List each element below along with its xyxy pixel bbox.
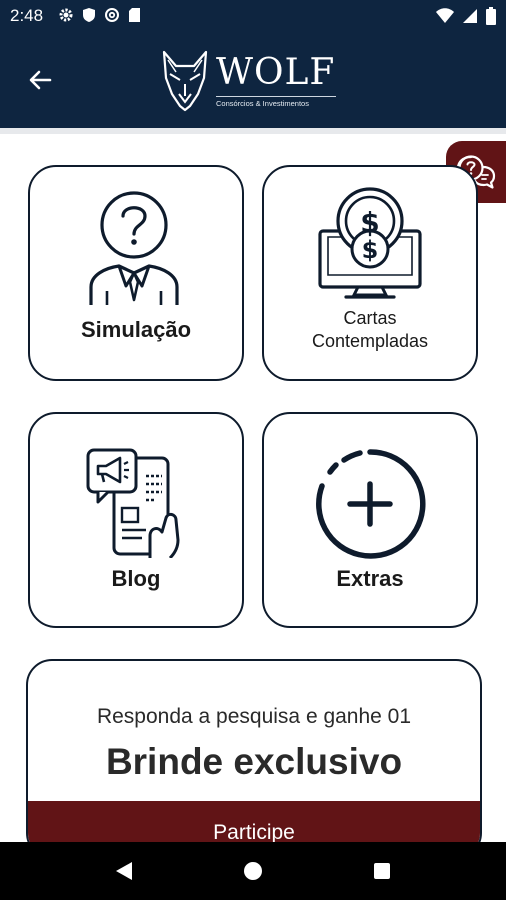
nav-recents-button[interactable] [362, 851, 402, 891]
triangle-back-icon [116, 862, 133, 880]
tile-simulacao-label: Simulação [80, 317, 192, 342]
status-notification-icons [58, 7, 141, 23]
promo-title: Brinde exclusivo [105, 741, 403, 782]
tile-cartas-label: Cartas Contempladas [264, 307, 476, 353]
status-bar: 2:48 [0, 0, 506, 32]
person-question-icon [89, 191, 179, 305]
app-bar-shadow [0, 128, 506, 134]
phone-megaphone-icon [86, 448, 180, 558]
circle-plus-icon [316, 449, 426, 559]
svg-text:$: $ [362, 236, 379, 264]
promo-subtitle: Responda a pesquisa e ganhe 01 [96, 705, 412, 728]
tile-cartas-contempladas[interactable]: $ $ Cartas Contempladas [262, 165, 478, 381]
tile-extras[interactable]: Extras [262, 412, 478, 628]
wolf-head-icon [162, 50, 208, 112]
monitor-dollar-icon: $ $ [318, 187, 422, 299]
tile-cartas-label-line2: Contempladas [311, 331, 429, 351]
tile-blog-label: Blog [111, 566, 161, 591]
circle-home-icon [243, 862, 262, 880]
tile-blog[interactable]: Blog [28, 412, 244, 628]
at-sign-icon [105, 8, 119, 22]
logo-tagline: Consórcios & Investimentos [216, 99, 309, 108]
logo-divider [216, 96, 336, 97]
brand-logo: WOLF Consórcios & Investimentos [160, 46, 350, 116]
nav-back-button[interactable] [104, 851, 144, 891]
arrow-left-icon [29, 70, 52, 90]
nav-home-button[interactable] [233, 851, 273, 891]
back-button[interactable] [22, 62, 58, 98]
tile-simulacao[interactable]: Simulação [28, 165, 244, 381]
sd-card-icon [129, 8, 140, 22]
signal-icon [463, 9, 477, 23]
shield-icon [83, 8, 95, 22]
status-system-icons [436, 7, 496, 25]
gear-icon [59, 8, 73, 22]
status-time: 2:48 [10, 6, 44, 25]
survey-promo-card: Responda a pesquisa e ganhe 01 Brinde ex… [26, 659, 482, 859]
square-recents-icon [373, 863, 390, 879]
svg-text:$: $ [360, 206, 379, 239]
system-nav-bar [0, 842, 506, 900]
wifi-icon [436, 8, 454, 23]
tile-extras-label: Extras [336, 566, 404, 591]
logo-wordmark: WOLF [216, 52, 336, 93]
battery-icon [486, 7, 496, 25]
app-bar: WOLF Consórcios & Investimentos [0, 32, 506, 128]
tile-cartas-label-line1: Cartas [343, 308, 397, 328]
